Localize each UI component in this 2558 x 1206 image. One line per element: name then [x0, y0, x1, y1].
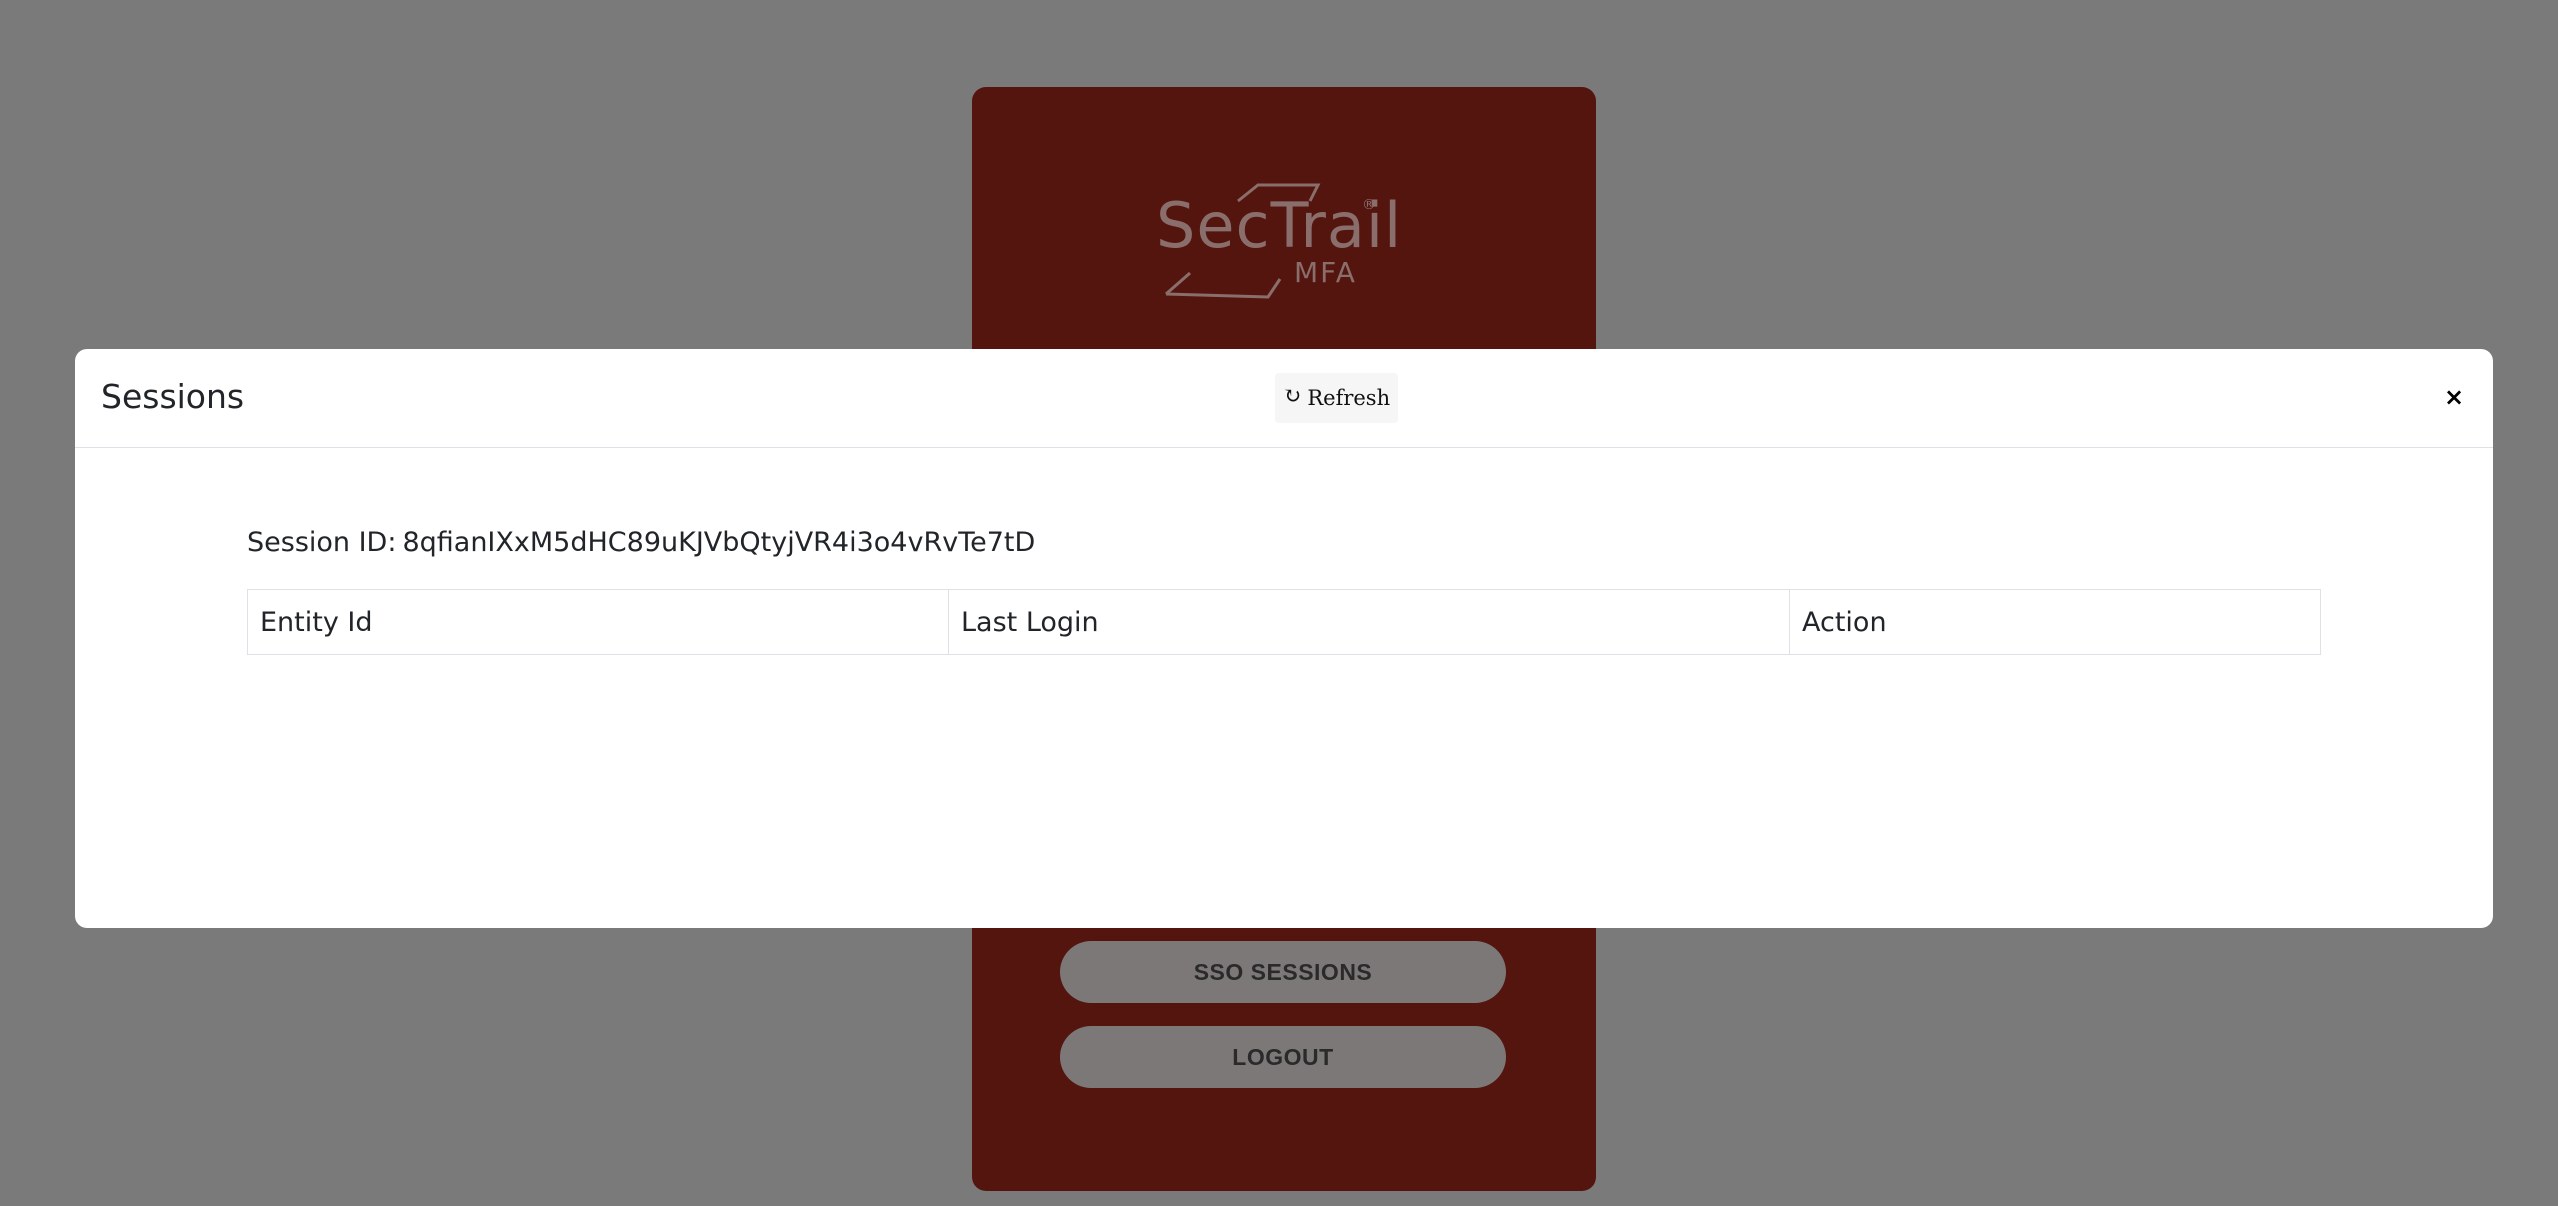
- sso-sessions-button[interactable]: SSO SESSIONS: [1060, 941, 1506, 1003]
- column-header-last-login: Last Login: [948, 589, 1790, 655]
- modal-header: Sessions ↻ Refresh ×: [75, 349, 2493, 448]
- session-id-value: 8qfianIXxM5dHC89uKJVbQtyjVR4i3o4vRvTe7tD: [402, 527, 1036, 558]
- refresh-label: Refresh: [1307, 386, 1391, 410]
- sessions-modal: Sessions ↻ Refresh × Session ID: 8qfianIX…: [75, 349, 2493, 928]
- modal-title: Sessions: [101, 377, 245, 416]
- sessions-table: Entity Id Last Login Action: [247, 589, 2321, 655]
- logo-subtitle: MFA: [1294, 256, 1357, 289]
- session-id-label: Session ID:: [247, 527, 397, 558]
- session-id-line: Session ID: 8qfianIXxM5dHC89uKJVbQtyjVR4i…: [247, 527, 1035, 558]
- column-header-entity-id: Entity Id: [247, 589, 949, 655]
- refresh-button[interactable]: ↻ Refresh: [1275, 373, 1398, 423]
- sectrail-logo: SecTrail ® MFA: [1138, 171, 1401, 311]
- logout-button[interactable]: LOGOUT: [1060, 1026, 1506, 1088]
- registered-mark: ®: [1362, 197, 1376, 213]
- refresh-icon: ↻: [1282, 384, 1302, 409]
- column-header-action: Action: [1789, 589, 2321, 655]
- table-header-row: Entity Id Last Login Action: [247, 589, 2321, 655]
- close-button[interactable]: ×: [2439, 379, 2469, 415]
